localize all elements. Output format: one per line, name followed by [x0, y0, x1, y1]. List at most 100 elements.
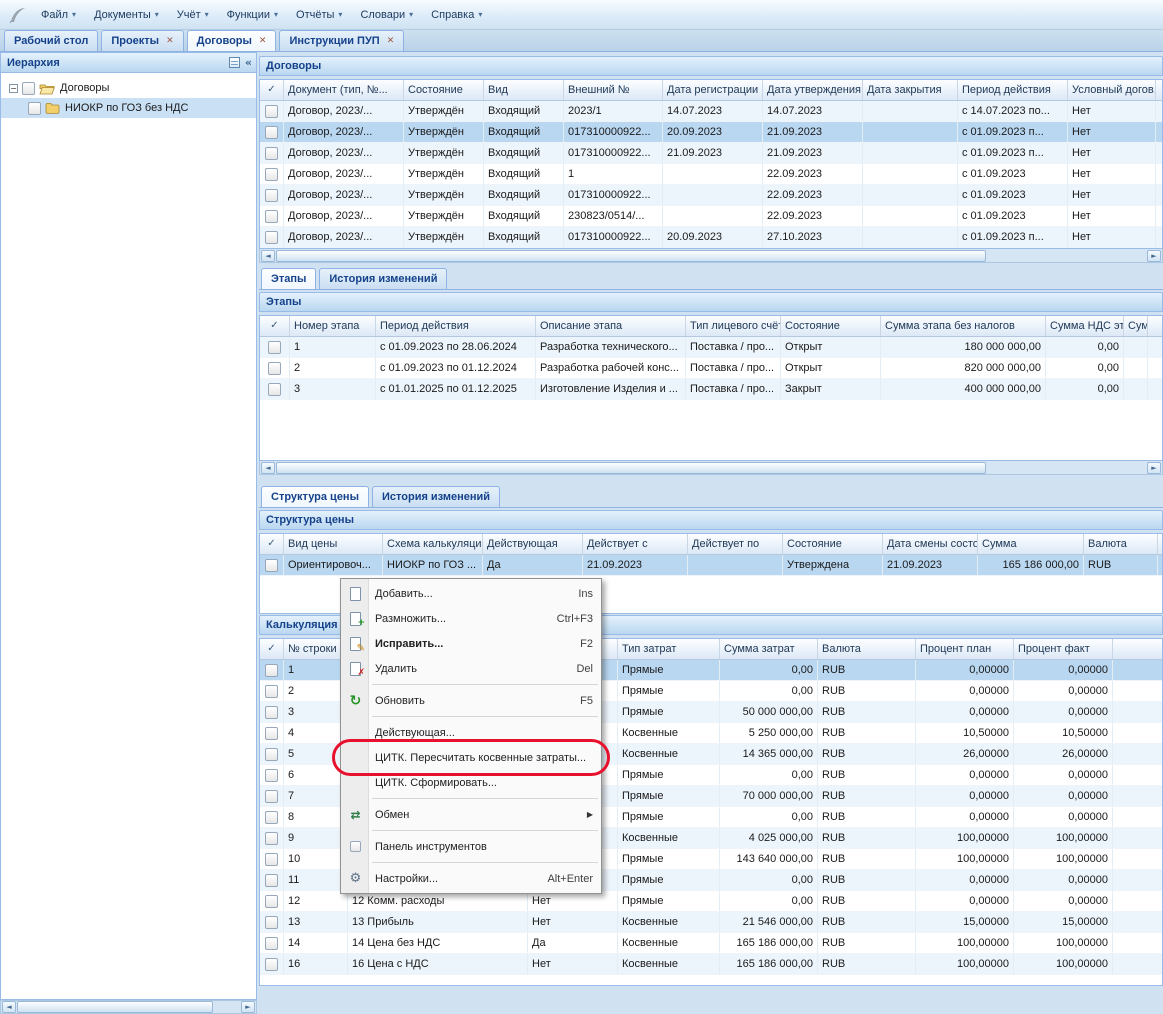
column-header[interactable]: Вид цены — [284, 534, 383, 554]
tree-node-checkbox[interactable] — [22, 82, 35, 95]
table-row[interactable]: Ориентировоч...НИОКР по ГОЗ ...Да21.09.2… — [260, 555, 1162, 576]
column-header[interactable]: Действует по — [688, 534, 783, 554]
contracts-horizontal-scrollbar[interactable]: ◄ ► — [259, 249, 1163, 263]
app-tab[interactable]: Инструкции ПУП✕ — [279, 30, 404, 51]
row-checkbox[interactable] — [265, 832, 278, 845]
scroll-right-icon[interactable]: ► — [241, 1001, 255, 1013]
section-tab[interactable]: История изменений — [372, 486, 500, 507]
column-header[interactable]: Процент план — [916, 639, 1014, 659]
menubar-menu[interactable]: Словари▾ — [352, 5, 421, 25]
scroll-right-icon[interactable]: ► — [1147, 462, 1161, 474]
row-checkbox[interactable] — [265, 231, 278, 244]
column-header[interactable]: Сумма НДС этапа — [1046, 316, 1124, 336]
stages-horizontal-scrollbar[interactable]: ◄ ► — [259, 461, 1163, 475]
column-header[interactable]: № строки — [284, 639, 348, 659]
column-header[interactable]: Документ (тип, №... — [284, 80, 404, 100]
row-checkbox[interactable] — [268, 341, 281, 354]
table-row[interactable]: 1212 Комм. расходыНетПрямые0,00RUB0,0000… — [260, 891, 1162, 912]
app-tab[interactable]: Проекты✕ — [101, 30, 183, 51]
row-checkbox[interactable] — [265, 706, 278, 719]
tree-node-child[interactable]: НИОКР по ГОЗ без НДС — [1, 98, 256, 118]
section-tab[interactable]: Структура цены — [261, 486, 369, 507]
column-header[interactable]: Дата регистрации — [663, 80, 763, 100]
table-row[interactable]: 1616 Цена с НДСНетКосвенные165 186 000,0… — [260, 954, 1162, 975]
column-header[interactable]: Вид — [484, 80, 564, 100]
row-checkbox[interactable] — [265, 168, 278, 181]
column-header[interactable]: Сумма этапа без налогов — [881, 316, 1046, 336]
context-menu-item[interactable]: ✗УдалитьDel — [341, 656, 601, 681]
section-tab[interactable]: История изменений — [319, 268, 447, 289]
row-checkbox[interactable] — [268, 383, 281, 396]
row-checkbox[interactable] — [265, 958, 278, 971]
context-menu-item[interactable]: ЦИТК. Пересчитать косвенные затраты... — [341, 745, 601, 770]
table-row[interactable]: 1313 ПрибыльНетКосвенные21 546 000,00RUB… — [260, 912, 1162, 933]
column-header[interactable]: Действующая — [483, 534, 583, 554]
scrollbar-thumb[interactable] — [276, 462, 986, 474]
table-row[interactable]: 1414 Цена без НДСДаКосвенные165 186 000,… — [260, 933, 1162, 954]
row-checkbox[interactable] — [265, 937, 278, 950]
column-header[interactable]: Тип затрат — [618, 639, 720, 659]
row-checkbox[interactable] — [265, 664, 278, 677]
context-menu-item[interactable]: Панель инструментов — [341, 834, 601, 859]
column-header[interactable]: Состояние — [783, 534, 883, 554]
column-header[interactable]: Период действия — [958, 80, 1068, 100]
column-header[interactable]: Состояние — [781, 316, 881, 336]
column-header[interactable]: Состояние — [404, 80, 484, 100]
row-checkbox[interactable] — [265, 105, 278, 118]
column-header[interactable]: Валюта — [818, 639, 916, 659]
table-row[interactable]: Договор, 2023/...УтверждёнВходящий122.09… — [260, 164, 1162, 185]
column-header[interactable]: Сум... — [1124, 316, 1148, 336]
app-tab[interactable]: Рабочий стол — [4, 30, 98, 51]
column-header[interactable]: Дата смены состо... — [883, 534, 978, 554]
context-menu-item[interactable]: +Размножить...Ctrl+F3 — [341, 606, 601, 631]
select-all-header[interactable]: ✓ — [260, 80, 284, 100]
menubar-menu[interactable]: Файл▾ — [33, 5, 84, 25]
context-menu-item[interactable]: ⇄Обмен▶ — [341, 802, 601, 827]
row-checkbox[interactable] — [265, 874, 278, 887]
row-checkbox[interactable] — [265, 853, 278, 866]
row-checkbox[interactable] — [265, 126, 278, 139]
row-checkbox[interactable] — [268, 362, 281, 375]
column-header[interactable]: Сумма затрат — [720, 639, 818, 659]
table-row[interactable]: Договор, 2023/...УтверждёнВходящий017310… — [260, 185, 1162, 206]
row-checkbox[interactable] — [265, 916, 278, 929]
row-checkbox[interactable] — [265, 727, 278, 740]
context-menu-item[interactable]: ✎Исправить...F2 — [341, 631, 601, 656]
collapse-panel-icon[interactable]: « — [245, 57, 252, 68]
scroll-left-icon[interactable]: ◄ — [261, 462, 275, 474]
grid-settings-icon[interactable] — [229, 57, 240, 68]
table-row[interactable]: Договор, 2023/...УтверждёнВходящий017310… — [260, 143, 1162, 164]
context-menu-item[interactable]: ⚙Настройки...Alt+Enter — [341, 866, 601, 891]
collapse-node-icon[interactable]: − — [9, 84, 18, 93]
row-checkbox[interactable] — [265, 769, 278, 782]
menubar-menu[interactable]: Отчёты▾ — [288, 5, 350, 25]
row-checkbox[interactable] — [265, 559, 278, 572]
sidebar-horizontal-scrollbar[interactable]: ◄ ► — [0, 1000, 257, 1014]
scroll-right-icon[interactable]: ► — [1147, 250, 1161, 262]
app-tab[interactable]: Договоры✕ — [187, 30, 277, 51]
close-icon[interactable]: ✕ — [166, 37, 174, 46]
scrollbar-thumb[interactable] — [276, 250, 986, 262]
column-header[interactable]: Тип лицевого счёт... — [686, 316, 781, 336]
scroll-left-icon[interactable]: ◄ — [2, 1001, 16, 1013]
table-row[interactable]: Договор, 2023/...УтверждёнВходящий017310… — [260, 122, 1162, 143]
row-checkbox[interactable] — [265, 189, 278, 202]
context-menu-item[interactable]: Действующая... — [341, 720, 601, 745]
menubar-menu[interactable]: Документы▾ — [86, 5, 167, 25]
close-icon[interactable]: ✕ — [259, 37, 267, 46]
table-row[interactable]: 3с 01.01.2025 по 01.12.2025Изготовление … — [260, 379, 1162, 400]
scrollbar-thumb[interactable] — [17, 1001, 213, 1013]
row-checkbox[interactable] — [265, 895, 278, 908]
column-header[interactable]: Дата утверждения — [763, 80, 863, 100]
toolbar-checkbox-icon-box[interactable] — [350, 841, 361, 852]
row-checkbox[interactable] — [265, 811, 278, 824]
tree-node-checkbox[interactable] — [28, 102, 41, 115]
column-header[interactable]: Описание этапа — [536, 316, 686, 336]
context-menu-item[interactable]: Добавить...Ins — [341, 581, 601, 606]
row-checkbox[interactable] — [265, 790, 278, 803]
select-all-header[interactable]: ✓ — [260, 639, 284, 659]
column-header[interactable]: Действует с — [583, 534, 688, 554]
column-header[interactable]: Сумма — [978, 534, 1084, 554]
context-menu-item[interactable]: ЦИТК. Сформировать... — [341, 770, 601, 795]
column-header[interactable]: Условный догов... — [1068, 80, 1156, 100]
